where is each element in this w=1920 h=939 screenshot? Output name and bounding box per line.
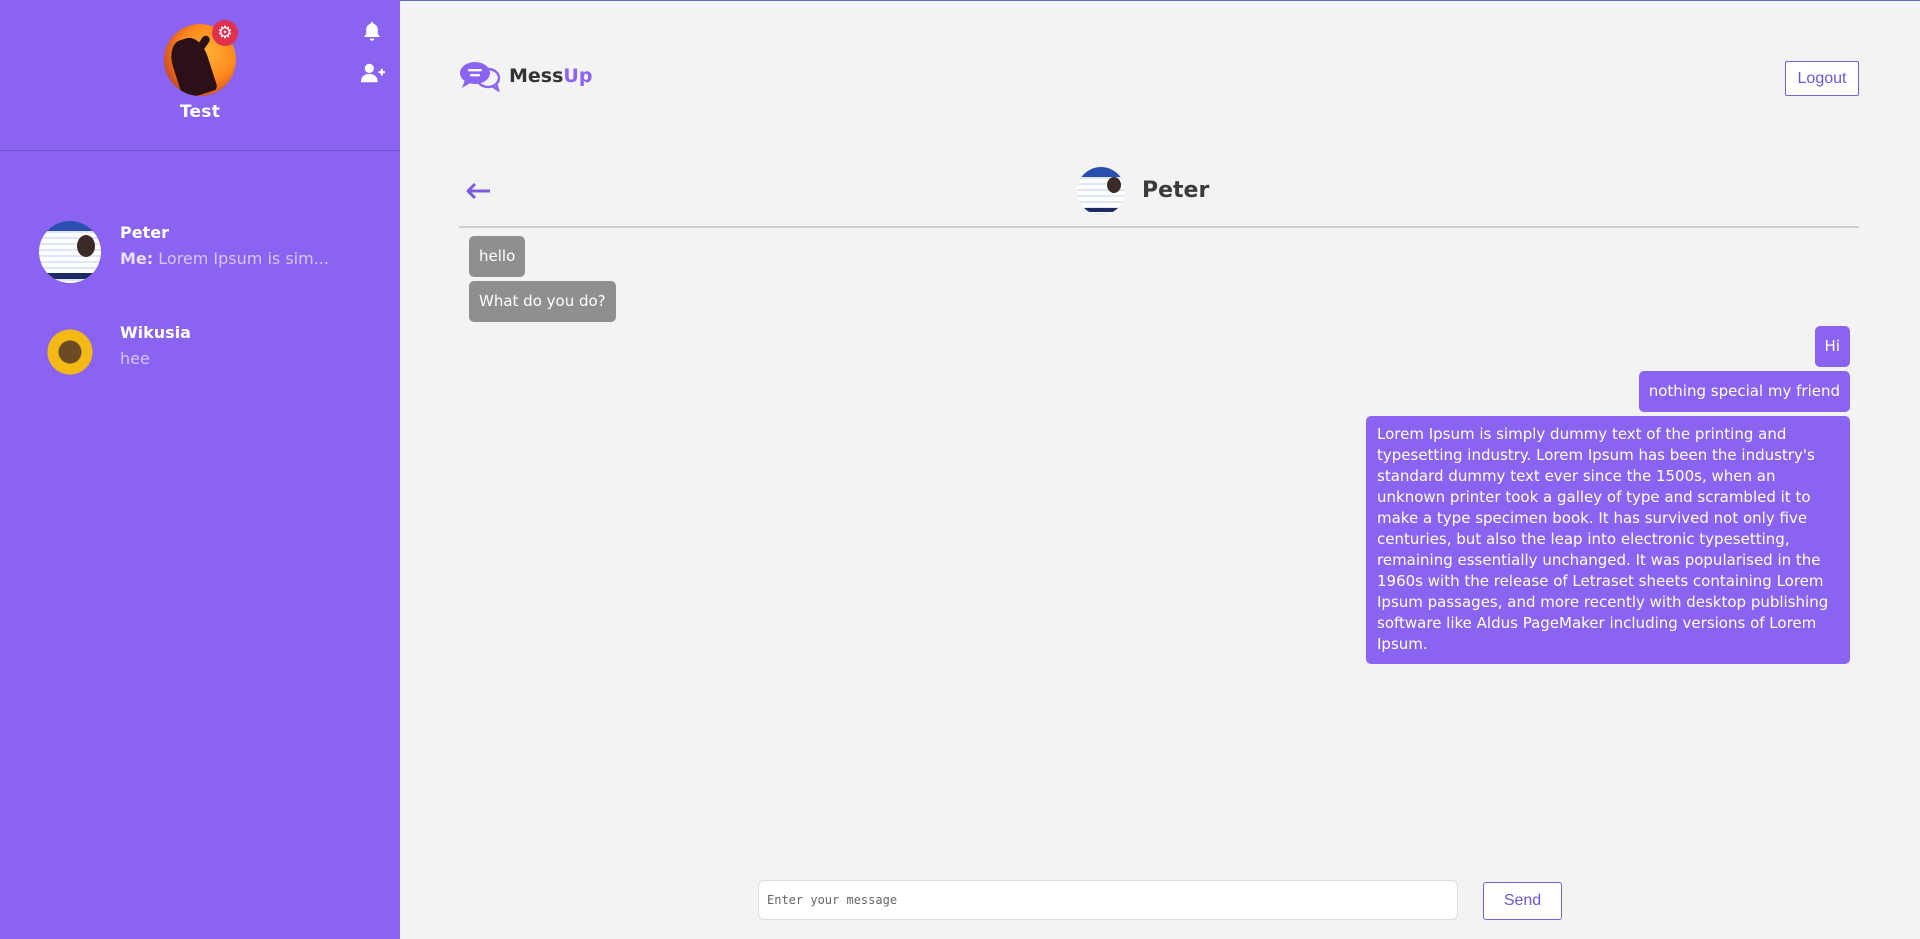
app-name-part2: Up: [563, 65, 593, 87]
send-button[interactable]: Send: [1483, 882, 1562, 920]
last-message-prefix: Me:: [120, 249, 154, 268]
chat-bubbles-icon: [460, 62, 501, 92]
profile-header: ⚙ Test: [0, 0, 400, 151]
peer-avatar: [1077, 167, 1125, 215]
chat-header: Peter: [459, 160, 1859, 228]
peer-name: Peter: [1142, 178, 1210, 203]
message-incoming: hello: [469, 236, 526, 277]
app-logo[interactable]: MessUp: [459, 60, 592, 92]
message-outgoing: Hi: [1814, 326, 1850, 367]
contact-name: Wikusia: [120, 323, 191, 342]
contact-item-peter[interactable]: Peter Me: Lorem Ipsum is sim...: [0, 221, 400, 301]
avatar-silhouette: [165, 33, 219, 96]
back-arrow-icon[interactable]: [465, 182, 491, 200]
settings-icon[interactable]: ⚙: [212, 20, 238, 46]
avatar-bar: [39, 273, 101, 279]
bell-icon[interactable]: [361, 20, 383, 42]
message-outgoing: Lorem Ipsum is simply dummy text of the …: [1366, 416, 1850, 664]
add-user-icon[interactable]: [361, 62, 385, 84]
contact-last-message: hee: [120, 349, 150, 368]
last-message-text: hee: [120, 349, 150, 368]
message-incoming: What do you do?: [469, 281, 616, 322]
logout-button[interactable]: Logout: [1785, 61, 1859, 96]
app-name: MessUp: [509, 65, 592, 87]
chat-main: MessUp Logout Peter hello What do you do…: [400, 0, 1920, 939]
contact-name: Peter: [120, 223, 169, 242]
app-name-part1: Mess: [509, 65, 564, 87]
avatar-bar: [1077, 208, 1125, 212]
contact-item-wikusia[interactable]: Wikusia hee: [0, 321, 400, 401]
contact-avatar: [39, 321, 101, 383]
contact-avatar: [39, 221, 101, 283]
avatar-face: [1107, 177, 1121, 193]
avatar-face: [77, 235, 95, 257]
last-message-text: Lorem Ipsum is sim...: [158, 249, 329, 268]
message-outgoing: nothing special my friend: [1638, 371, 1850, 412]
contact-last-message: Me: Lorem Ipsum is sim...: [120, 249, 329, 268]
user-name: Test: [179, 102, 221, 122]
sidebar: ⚙ Test Peter Me: Lorem Ipsum is sim... W…: [0, 0, 400, 939]
message-input[interactable]: [758, 880, 1458, 920]
